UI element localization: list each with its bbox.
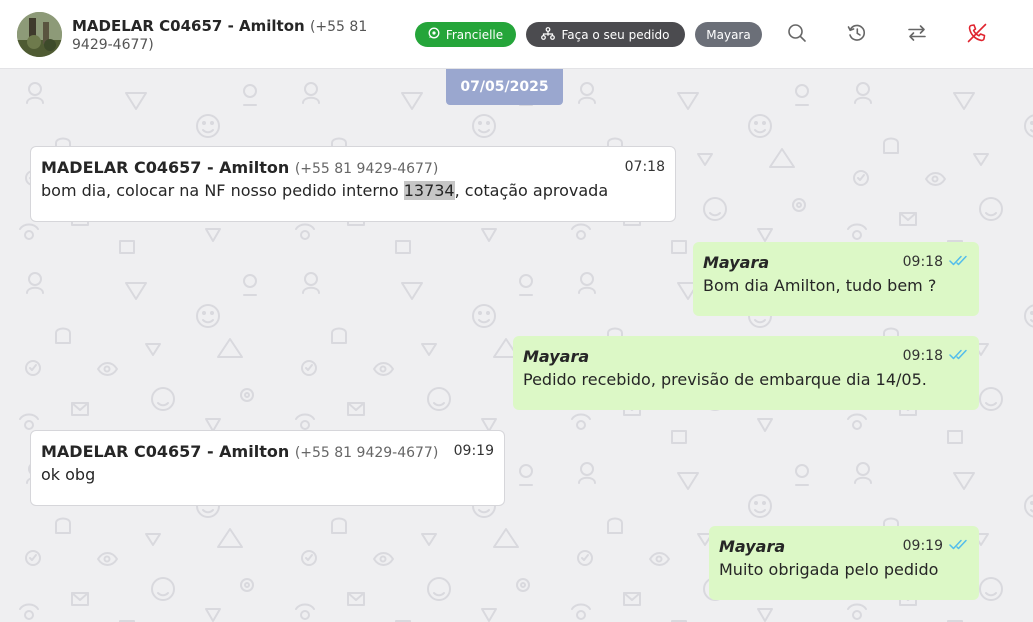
message-sender: MADELAR C04657 - Amilton (+55 81 9429-46… bbox=[41, 442, 438, 461]
highlighted-order-number[interactable]: 13734 bbox=[403, 181, 455, 200]
message-text-part: , cotação aprovada bbox=[454, 181, 609, 200]
time-label: 09:18 bbox=[902, 254, 943, 270]
message-sender: Mayara bbox=[523, 347, 590, 366]
message-text: Pedido recebido, previsão de embarque di… bbox=[523, 370, 927, 389]
end-call-icon bbox=[966, 22, 988, 48]
message-text: Muito obrigada pelo pedido bbox=[719, 560, 939, 579]
date-separator: 07/05/2025 bbox=[446, 69, 563, 105]
message-outgoing[interactable]: Mayara 09:18 Bom dia Amilton, tudo bem ? bbox=[693, 242, 979, 316]
message-incoming[interactable]: MADELAR C04657 - Amilton (+55 81 9429-46… bbox=[30, 430, 505, 506]
double-check-icon bbox=[949, 254, 969, 270]
message-outgoing[interactable]: Mayara 09:18 Pedido recebido, previsão d… bbox=[513, 336, 979, 410]
time-label: 09:19 bbox=[902, 538, 943, 554]
time-label: 09:18 bbox=[902, 348, 943, 364]
message-outgoing[interactable]: Mayara 09:19 Muito obrigada pelo pedido bbox=[709, 526, 979, 600]
end-chat-button[interactable] bbox=[964, 22, 990, 48]
message-text-part: bom dia, colocar na NF nosso pedido inte… bbox=[41, 181, 404, 200]
whatsapp-channel-tag[interactable]: Francielle bbox=[415, 22, 516, 47]
message-time: 09:18 bbox=[903, 254, 969, 270]
time-label: 09:19 bbox=[453, 443, 494, 459]
message-text: bom dia, colocar na NF nosso pedido inte… bbox=[41, 181, 665, 200]
transfer-button[interactable] bbox=[904, 22, 930, 48]
transfer-icon bbox=[907, 23, 927, 47]
user-tag[interactable]: Mayara bbox=[695, 22, 762, 47]
contact-avatar[interactable] bbox=[17, 12, 62, 57]
contact-name: MADELAR C04657 - Amilton bbox=[72, 17, 305, 35]
message-sender: Mayara bbox=[719, 537, 786, 556]
time-label: 07:18 bbox=[624, 159, 665, 175]
message-time: 09:19 bbox=[903, 538, 969, 554]
message-time: 07:18 bbox=[625, 159, 665, 175]
whatsapp-channel-label: Francielle bbox=[445, 27, 504, 42]
message-time: 09:18 bbox=[903, 348, 969, 364]
sender-phone: (+55 81 9429-4677) bbox=[294, 161, 439, 177]
sender-name: MADELAR C04657 - Amilton bbox=[41, 442, 290, 461]
chat-header: MADELAR C04657 - Amilton (+55 81 9429-46… bbox=[0, 0, 1033, 69]
sender-name: MADELAR C04657 - Amilton bbox=[41, 158, 290, 177]
double-check-icon bbox=[949, 538, 969, 554]
search-icon bbox=[787, 23, 807, 47]
search-button[interactable] bbox=[784, 22, 810, 48]
message-time: 09:19 bbox=[454, 443, 494, 459]
order-tag[interactable]: Faça o seu pedido bbox=[526, 22, 685, 47]
message-sender: MADELAR C04657 - Amilton (+55 81 9429-46… bbox=[41, 158, 438, 177]
contact-title: MADELAR C04657 - Amilton (+55 81 9429-46… bbox=[72, 18, 402, 54]
flow-icon bbox=[541, 26, 556, 43]
history-icon bbox=[847, 23, 867, 47]
double-check-icon bbox=[949, 348, 969, 364]
message-incoming[interactable]: MADELAR C04657 - Amilton (+55 81 9429-46… bbox=[30, 146, 676, 222]
message-text: Bom dia Amilton, tudo bem ? bbox=[703, 276, 937, 295]
history-button[interactable] bbox=[844, 22, 870, 48]
order-tag-label: Faça o seu pedido bbox=[561, 27, 670, 42]
user-tag-label: Mayara bbox=[706, 27, 751, 42]
chat-area[interactable]: 07/05/2025 MADELAR C04657 - Amilton (+55… bbox=[0, 69, 1033, 622]
message-sender: Mayara bbox=[703, 253, 770, 272]
message-text: ok obg bbox=[41, 465, 96, 484]
whatsapp-icon bbox=[428, 27, 440, 42]
sender-phone: (+55 81 9429-4677) bbox=[294, 445, 439, 461]
